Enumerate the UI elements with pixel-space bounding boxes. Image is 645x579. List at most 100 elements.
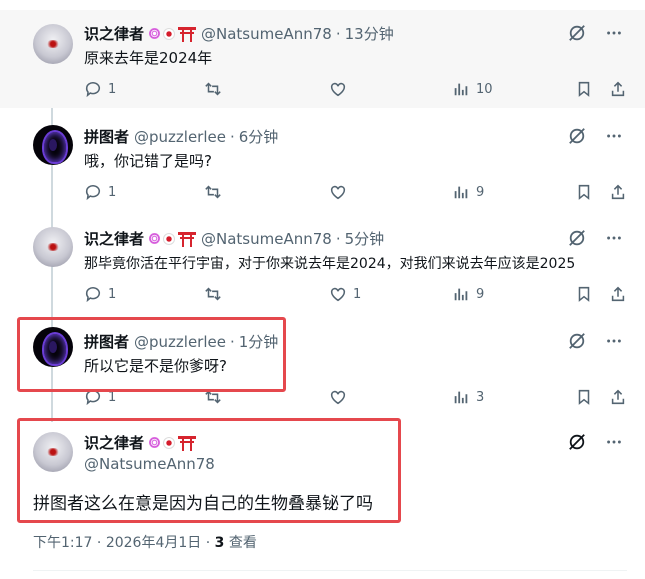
reply-count: 1	[108, 81, 117, 97]
reply-post[interactable]: 拼图者 @puzzlerlee · 6分钟 哦，你记错了是吗? 1 9	[0, 113, 645, 211]
handle[interactable]: @NatsumeAnn78	[84, 455, 215, 473]
bookmark-button[interactable]	[575, 388, 593, 406]
views-button[interactable]: 9	[452, 183, 484, 201]
post-time[interactable]: 下午1:17	[33, 535, 92, 551]
reply-count: 1	[108, 286, 117, 302]
reply-post[interactable]: 识之律者 @NatsumeAnn78 · 5分钟 那毕竟你活在平行宇宙，对于你来…	[0, 215, 645, 313]
more-options-icon[interactable]	[605, 24, 623, 46]
display-name[interactable]: 识之律者	[84, 23, 144, 44]
action-bar: 1 1 9	[84, 285, 629, 305]
like-button[interactable]	[329, 80, 353, 98]
views-button[interactable]: 9	[452, 285, 484, 303]
views-count: 3	[214, 535, 225, 551]
display-name[interactable]: 识之律者	[84, 228, 144, 249]
repost-button[interactable]	[204, 183, 222, 201]
heart-icon	[330, 185, 346, 200]
reply-button[interactable]: 1	[84, 80, 116, 98]
like-button[interactable]: 1	[329, 285, 361, 303]
grok-icon[interactable]	[568, 229, 586, 251]
view-count: 10	[476, 81, 493, 97]
reply-button[interactable]: 1	[84, 285, 116, 303]
post-time[interactable]: 1分钟	[239, 331, 279, 352]
post-top-actions	[568, 229, 623, 251]
profile-badges	[149, 26, 197, 42]
separator-dot: ·	[229, 127, 235, 146]
avatar[interactable]	[33, 125, 73, 165]
post-header: 拼图者 @puzzlerlee · 6分钟	[84, 126, 278, 147]
spiral-emoji-icon	[149, 233, 161, 244]
torii-gate-icon	[178, 26, 197, 42]
divider	[33, 570, 627, 571]
avatar[interactable]	[33, 227, 73, 267]
repost-button[interactable]	[204, 388, 222, 406]
share-icon	[611, 389, 625, 405]
reply-icon	[85, 185, 101, 201]
repost-icon	[205, 82, 221, 96]
reply-count: 1	[108, 184, 117, 200]
grok-icon[interactable]	[568, 24, 586, 46]
more-options-icon[interactable]	[605, 229, 623, 251]
grok-icon[interactable]	[568, 332, 586, 354]
avatar[interactable]	[33, 327, 73, 367]
post-time[interactable]: 5分钟	[345, 228, 385, 249]
share-button[interactable]	[609, 285, 627, 303]
more-options-icon[interactable]	[605, 433, 623, 455]
action-bar: 1 10	[84, 80, 629, 100]
handle[interactable]: @puzzlerlee	[134, 128, 226, 146]
post-header: 识之律者	[84, 432, 197, 453]
reply-button[interactable]: 1	[84, 388, 116, 406]
views-button[interactable]: 10	[452, 80, 493, 98]
bookmark-button[interactable]	[575, 285, 593, 303]
handle[interactable]: @puzzlerlee	[134, 333, 226, 351]
bookmark-icon	[578, 286, 590, 302]
bookmark-button[interactable]	[575, 183, 593, 201]
display-name[interactable]: 拼图者	[84, 331, 129, 352]
heart-icon	[330, 82, 346, 97]
more-options-icon[interactable]	[605, 332, 623, 354]
share-button[interactable]	[609, 388, 627, 406]
reply-button[interactable]: 1	[84, 183, 116, 201]
post-time[interactable]: 6分钟	[239, 126, 279, 147]
post-timestamp[interactable]: 下午1:17 · 2026年4月1日 · 3 查看	[33, 532, 257, 552]
display-name[interactable]: 拼图者	[84, 126, 129, 147]
repost-button[interactable]	[204, 80, 222, 98]
avatar[interactable]	[33, 432, 73, 472]
like-button[interactable]	[329, 388, 353, 406]
reply-icon	[85, 82, 101, 98]
separator-dot: ·	[335, 24, 341, 43]
post-top-actions	[568, 433, 623, 455]
separator-dot: ·	[335, 229, 341, 248]
handle[interactable]: @NatsumeAnn78	[201, 25, 332, 43]
views-button[interactable]: 3	[452, 388, 484, 406]
handle[interactable]: @NatsumeAnn78	[201, 230, 332, 248]
repost-icon	[205, 287, 221, 301]
main-post-text: 拼图者这么在意是因为自己的生物叠暴铋了吗	[33, 494, 373, 514]
profile-badges	[149, 231, 197, 247]
analytics-icon	[454, 83, 468, 96]
separator-dot: ·	[229, 332, 235, 351]
bookmark-icon	[578, 81, 590, 97]
post-time[interactable]: 13分钟	[345, 23, 394, 44]
grok-icon[interactable]	[568, 127, 586, 149]
post-date[interactable]: 2026年4月1日	[106, 535, 201, 551]
bookmark-button[interactable]	[575, 80, 593, 98]
action-bar: 1 3	[84, 388, 629, 408]
reply-post[interactable]: 识之律者 @NatsumeAnn78 · 13分钟 原来去年是2024年 1 1…	[0, 10, 645, 108]
display-name[interactable]: 识之律者	[84, 432, 144, 453]
like-button[interactable]	[329, 183, 353, 201]
post-header: 识之律者 @NatsumeAnn78 · 5分钟	[84, 228, 384, 249]
views-label: 查看	[228, 535, 257, 551]
post-text: 哦，你记错了是吗?	[84, 152, 212, 170]
avatar[interactable]	[33, 24, 73, 64]
share-button[interactable]	[609, 183, 627, 201]
repost-button[interactable]	[204, 285, 222, 303]
reply-post[interactable]: 拼图者 @puzzlerlee · 1分钟 所以它是不是你爹呀? 1 3	[0, 318, 645, 414]
post-top-actions	[568, 332, 623, 354]
grok-icon[interactable]	[568, 433, 586, 455]
share-button[interactable]	[609, 80, 627, 98]
share-icon	[611, 286, 625, 302]
analytics-icon	[454, 288, 468, 301]
torii-gate-icon	[178, 231, 197, 247]
more-options-icon[interactable]	[605, 127, 623, 149]
spiral-emoji-icon	[149, 437, 161, 448]
